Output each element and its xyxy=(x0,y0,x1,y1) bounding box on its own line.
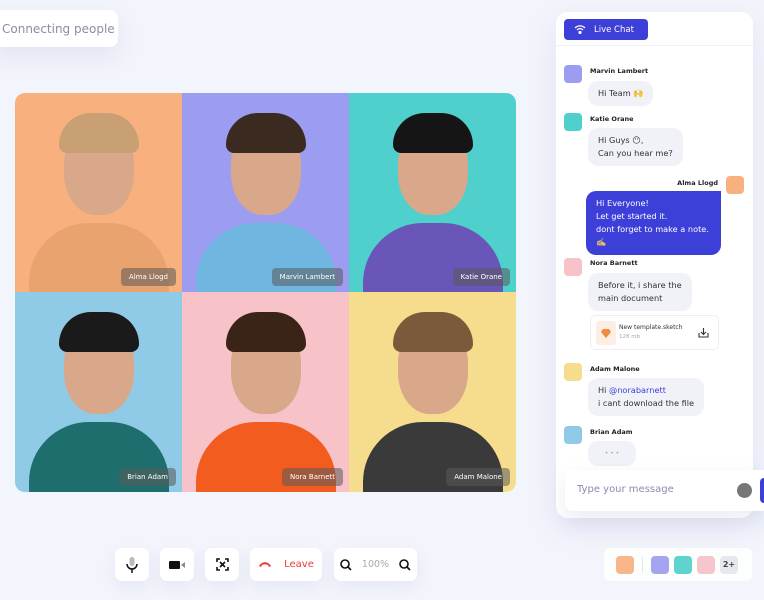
video-tile[interactable]: Marvin Lambert xyxy=(182,93,349,292)
fullscreen-icon xyxy=(215,558,229,571)
message-bubble: Hi Guys 😶, Can you hear me? xyxy=(588,128,683,166)
video-tile[interactable]: Alma Llogd xyxy=(15,93,182,292)
file-name: New template.sketch xyxy=(619,324,683,331)
message-bubble: Hi Team 🙌 xyxy=(588,81,654,106)
avatar xyxy=(564,363,582,381)
message-text: Can you hear me? xyxy=(598,148,673,158)
send-button[interactable] xyxy=(760,478,764,503)
sender-name: Katie Orane xyxy=(590,115,634,123)
message-bubble: Hi @norabarnett i cant download the file xyxy=(588,378,705,416)
typing-indicator: • • • xyxy=(588,441,636,466)
avatar xyxy=(726,176,744,194)
wifi-icon xyxy=(574,25,586,34)
zoom-in-icon[interactable] xyxy=(399,558,411,571)
message-text: Let get started it. xyxy=(596,211,668,221)
camera-button[interactable] xyxy=(160,548,194,581)
message-text: Hi Everyone! xyxy=(596,198,649,208)
sketch-file-icon xyxy=(596,321,616,345)
microphone-icon xyxy=(126,556,138,573)
download-icon[interactable] xyxy=(698,327,709,338)
person-hair xyxy=(392,113,473,153)
video-tile[interactable]: Nora Barnett xyxy=(182,292,349,492)
fullscreen-button[interactable] xyxy=(205,548,239,581)
live-chat-button[interactable]: Live Chat xyxy=(564,19,648,40)
avatar[interactable] xyxy=(697,555,715,574)
hang-up-icon xyxy=(259,562,272,567)
participant-name-tag: Alma Llogd xyxy=(120,268,176,286)
message-text: Hi Team 🙌 xyxy=(598,88,644,98)
video-tile[interactable]: Brian Adam xyxy=(15,292,182,492)
message-bubble: Before it, i share the main document xyxy=(588,273,692,311)
person-hair xyxy=(225,113,306,153)
more-participants-badge[interactable]: 2+ xyxy=(720,555,738,574)
file-attachment[interactable]: New template.sketch 128 mb xyxy=(590,315,719,350)
message-placeholder: Type your message xyxy=(577,484,674,495)
zoom-control: 100% xyxy=(334,548,417,581)
app-title: Connecting people xyxy=(0,10,118,47)
zoom-out-icon[interactable] xyxy=(340,558,352,571)
message-text: main document xyxy=(598,293,663,303)
participant-name-tag: Nora Barnett xyxy=(282,468,343,486)
message-text: dont forget to make a note. ✍🏼 xyxy=(596,224,709,247)
person-hair xyxy=(58,113,139,153)
zoom-level: 100% xyxy=(361,559,390,570)
mic-button[interactable] xyxy=(115,548,149,581)
avatar xyxy=(564,258,582,276)
avatar xyxy=(564,113,582,131)
video-tile[interactable]: Katie Orane xyxy=(349,93,516,292)
message-text: Hi Guys 😶, xyxy=(598,135,644,145)
mention-link[interactable]: @norabarnett xyxy=(609,385,666,395)
sender-name: Adam Malone xyxy=(590,365,640,373)
file-size: 128 mb xyxy=(619,334,641,340)
avatar[interactable] xyxy=(651,555,669,574)
sender-name: Nora Barnett xyxy=(590,259,638,267)
participant-name-tag: Adam Malone xyxy=(446,468,510,486)
emoji-icon[interactable] xyxy=(737,483,752,498)
participant-name-tag: Katie Orane xyxy=(452,268,510,286)
message-text: i cant download the file xyxy=(598,398,695,408)
divider xyxy=(642,556,643,573)
sender-name: Alma Llogd xyxy=(677,179,718,187)
person-hair xyxy=(225,312,306,352)
person-hair xyxy=(58,312,139,352)
message-text: Hi xyxy=(598,385,610,395)
avatar xyxy=(564,65,582,83)
video-tile[interactable]: Adam Malone xyxy=(349,292,516,492)
person-hair xyxy=(392,312,473,352)
sender-name: Marvin Lambert xyxy=(590,67,649,75)
avatar[interactable] xyxy=(674,555,692,574)
leave-button[interactable]: Leave xyxy=(250,548,322,581)
message-bubble: Hi Everyone! Let get started it. dont forg… xyxy=(586,191,721,255)
participants-bar: 2+ xyxy=(604,548,752,581)
divider xyxy=(556,45,753,46)
leave-label: Leave xyxy=(284,559,314,570)
live-chat-label: Live Chat xyxy=(594,24,634,35)
sender-name: Brian Adam xyxy=(590,428,633,436)
avatar[interactable] xyxy=(616,555,634,574)
video-grid: Alma Llogd Marvin Lambert Katie Orane Brian… xyxy=(15,93,516,492)
video-camera-icon xyxy=(169,560,185,569)
chat-panel: Live Chat Marvin Lambert Hi Team 🙌 Katie… xyxy=(556,12,753,518)
avatar xyxy=(564,426,582,444)
message-input[interactable]: Type your message xyxy=(565,470,764,511)
participant-name-tag: Marvin Lambert xyxy=(271,268,343,286)
participant-name-tag: Brian Adam xyxy=(119,468,176,486)
message-text: Before it, i share the xyxy=(598,280,682,290)
